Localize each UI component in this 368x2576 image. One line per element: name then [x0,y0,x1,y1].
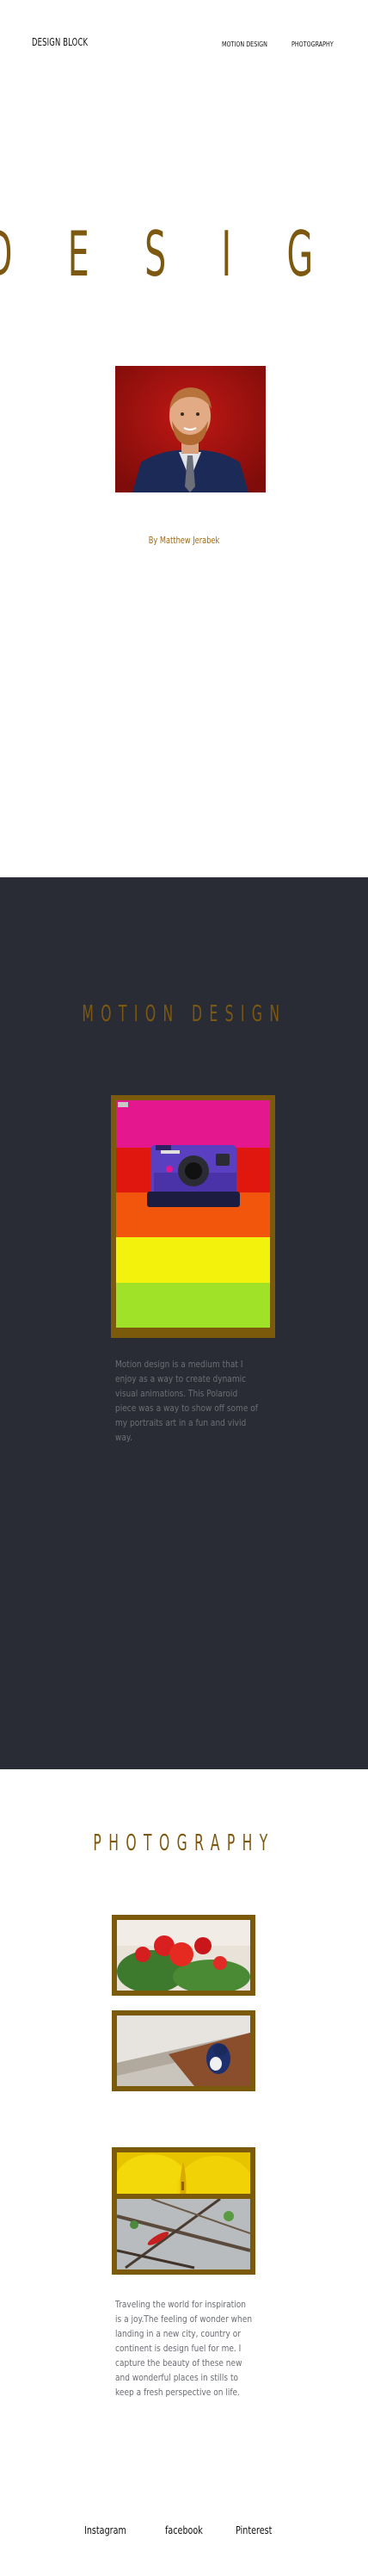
bird-image [117,2016,250,2086]
polaroid-stripes [116,1100,270,1328]
photo-lizard-branches[interactable] [112,2194,255,2275]
lizard-image [117,2199,250,2269]
photo-bird-ledge[interactable] [112,2010,255,2091]
frame-indicator [118,1102,128,1107]
photography-title: PHOTOGRAPHY [93,1830,275,1856]
footer-link-facebook[interactable]: facebook [165,2524,203,2536]
author-byline: By Matthew Jerabek [148,535,220,546]
marquee-text: D E S I G N D [0,220,368,288]
hero-marquee: D E S I G N D [0,220,368,288]
motion-design-title: MOTION DESIGN [81,1001,287,1027]
motion-description: Motion design is a medium that I enjoy a… [115,1359,258,1443]
stripe-green [116,1283,270,1328]
stripe-pink [116,1100,270,1148]
portrait-image [115,366,266,492]
stripe-yellow [116,1237,270,1283]
brand-logo[interactable]: DESIGN BLOCK [32,36,88,48]
polaroid-animation[interactable] [111,1095,275,1338]
photography-description: Traveling the world for inspiration is a… [115,2299,253,2398]
nav-photography[interactable]: PHOTOGRAPHY [291,40,334,48]
footer-link-pinterest[interactable]: Pinterest [236,2524,272,2536]
photo-red-flower[interactable] [112,1915,255,1996]
footer-link-instagram[interactable]: Instagram [84,2524,126,2536]
portrait-photo [115,366,266,492]
nav-motion-design[interactable]: MOTION DESIGN [222,40,267,48]
polaroid-camera-icon [147,1145,240,1207]
red-flower-image [117,1920,250,1991]
